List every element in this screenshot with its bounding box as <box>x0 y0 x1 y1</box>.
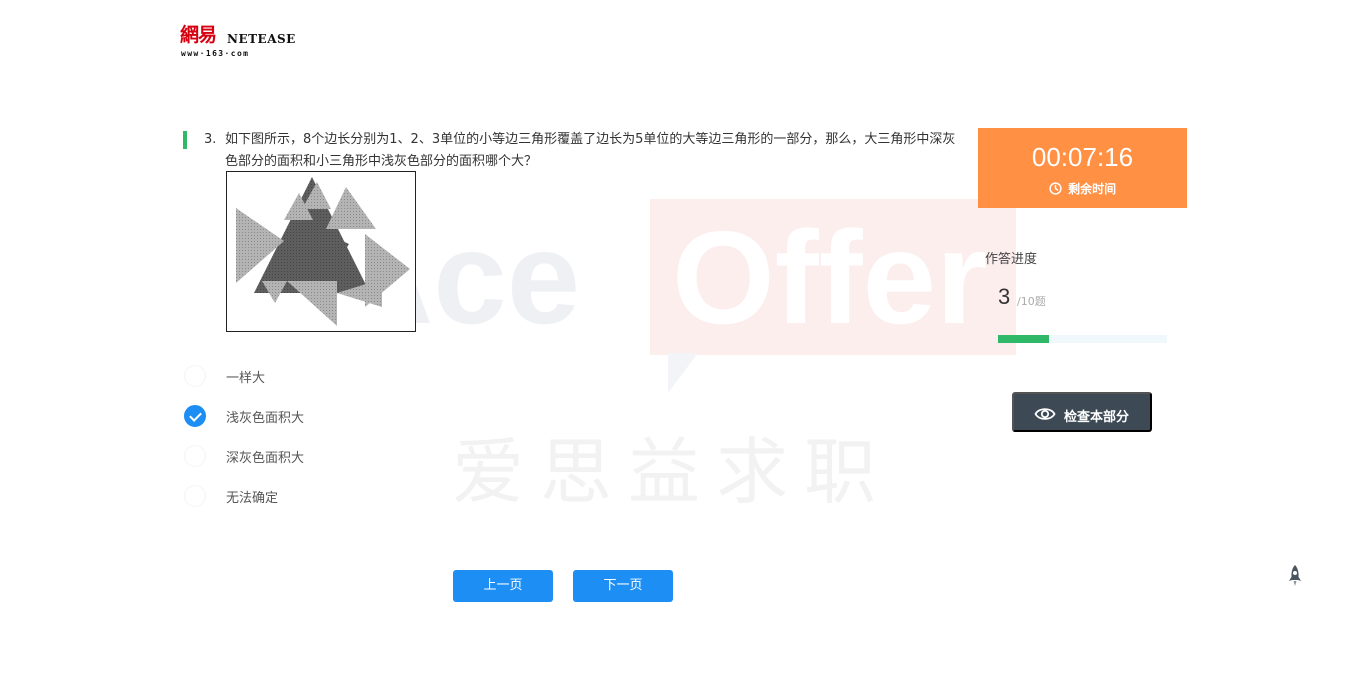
back-to-top-rocket[interactable] <box>1286 564 1304 588</box>
progress-current: 3 <box>998 284 1011 309</box>
check-section-button[interactable]: 检查本部分 <box>1012 392 1152 432</box>
question-text: 如下图所示，8个边长分别为1、2、3单位的小等边三角形覆盖了边长为5单位的大等边… <box>225 132 956 169</box>
option-d[interactable]: 无法确定 <box>184 482 484 522</box>
option-label: 无法确定 <box>226 491 279 506</box>
check-section-label: 检查本部分 <box>1064 409 1130 424</box>
radio-unchecked[interactable] <box>184 485 206 507</box>
logo-cn-text: 網易 <box>180 24 217 46</box>
option-b[interactable]: 浅灰色面积大 <box>184 402 484 442</box>
answer-options: 一样大 浅灰色面积大 深灰色面积大 无法确定 <box>184 362 484 522</box>
triangles-diagram <box>236 177 410 326</box>
prev-page-button[interactable]: 上一页 <box>453 570 553 602</box>
timer-label-row: 剩余时间 <box>978 180 1187 197</box>
progress-bar-fill <box>998 335 1049 343</box>
watermark-box-tail <box>668 353 698 393</box>
question-figure <box>226 171 416 332</box>
small-triangle-4 <box>326 187 376 229</box>
eye-icon <box>1034 408 1056 420</box>
option-label: 一样大 <box>226 371 266 386</box>
option-label: 浅灰色面积大 <box>226 411 305 426</box>
question-number: 3. <box>204 132 217 147</box>
netease-logo: 網易 NETEASE www·163·com <box>180 24 295 60</box>
timer-value: 00:07:16 <box>1031 142 1134 172</box>
logo-url-text: www·163·com <box>181 49 250 58</box>
watermark-cn-text: 爱思益求职 <box>452 430 893 514</box>
small-triangle-6 <box>287 281 337 326</box>
option-label: 深灰色面积大 <box>226 451 305 466</box>
radio-unchecked[interactable] <box>184 365 206 387</box>
question-accent-bar <box>183 131 187 149</box>
rocket-icon <box>1289 565 1301 586</box>
watermark-box <box>650 199 1016 355</box>
countdown-timer: 00:07:16 剩余时间 <box>978 128 1187 208</box>
option-c[interactable]: 深灰色面积大 <box>184 442 484 482</box>
radio-unchecked[interactable] <box>184 445 206 467</box>
timer-label: 剩余时间 <box>1068 182 1117 196</box>
option-a[interactable]: 一样大 <box>184 362 484 402</box>
watermark-brand-right: Offer <box>672 204 988 351</box>
next-page-button[interactable]: 下一页 <box>573 570 673 602</box>
progress-total: /10题 <box>1017 295 1046 308</box>
progress-title: 作答进度 <box>985 252 1038 267</box>
progress-bar <box>998 335 1167 343</box>
clock-icon <box>1049 182 1062 195</box>
logo-en-text: NETEASE <box>227 32 296 46</box>
check-icon[interactable] <box>184 405 206 427</box>
